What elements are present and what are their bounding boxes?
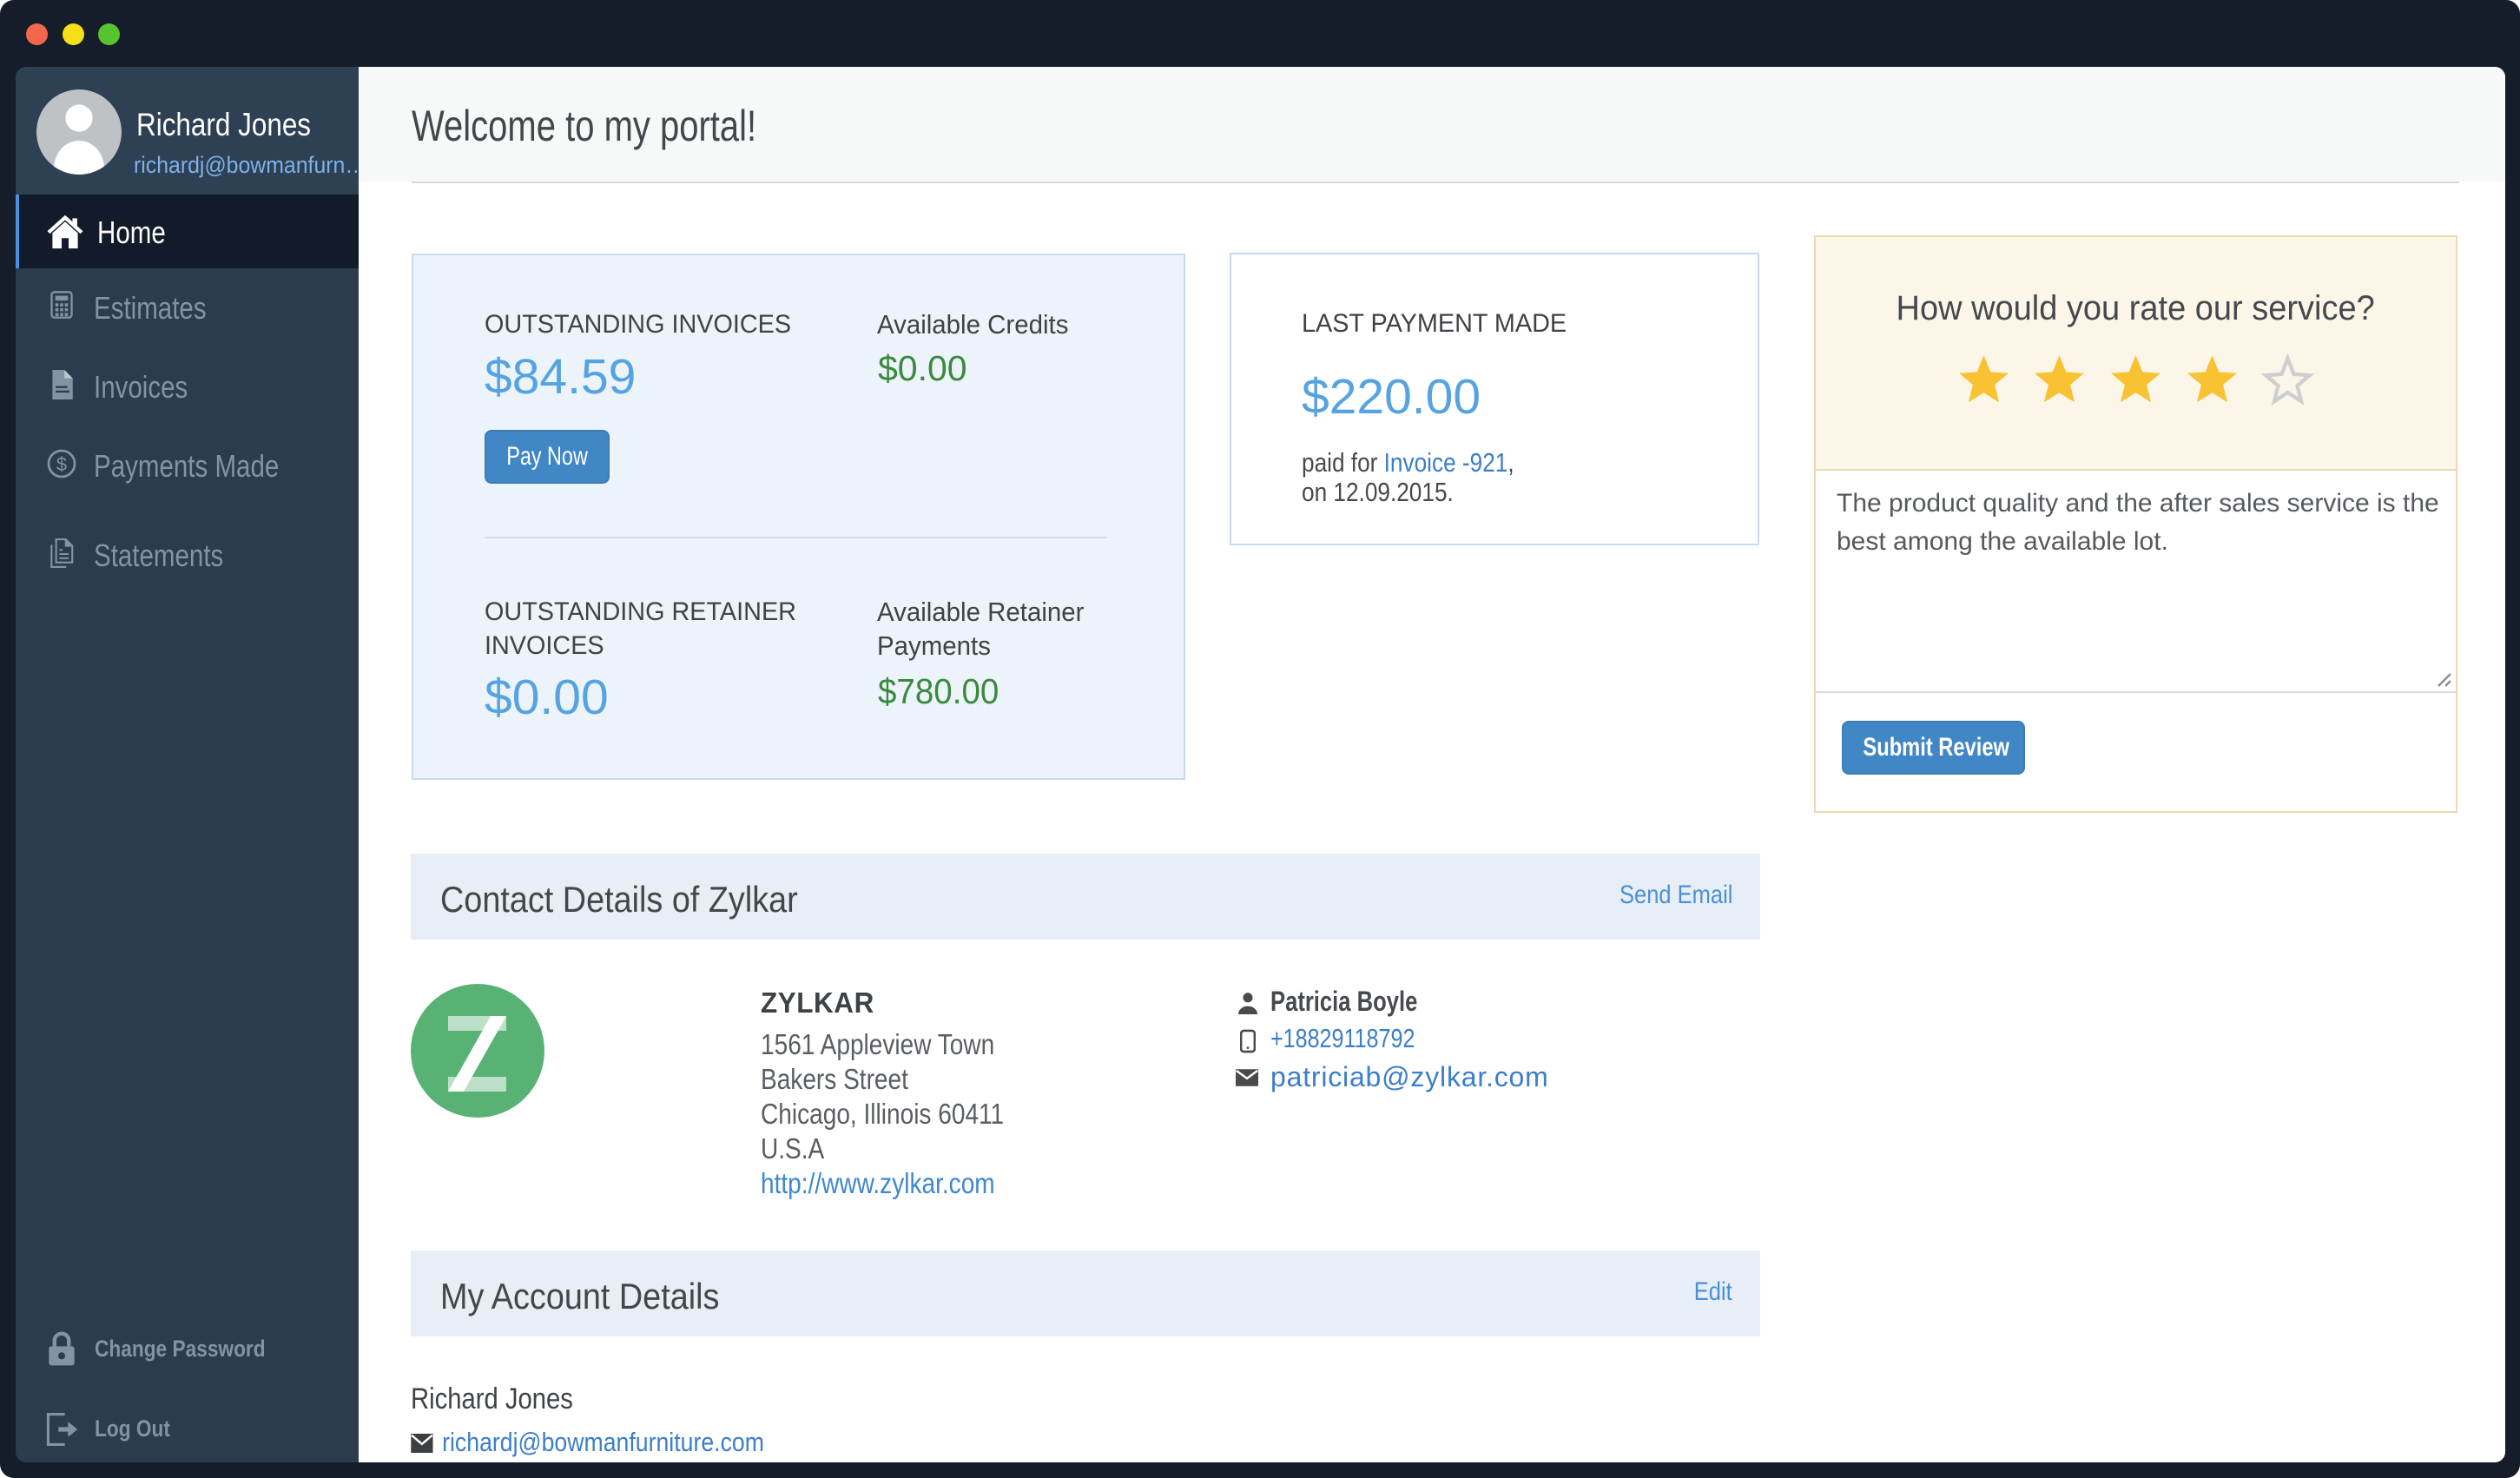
svg-text:$: $ <box>56 453 67 475</box>
